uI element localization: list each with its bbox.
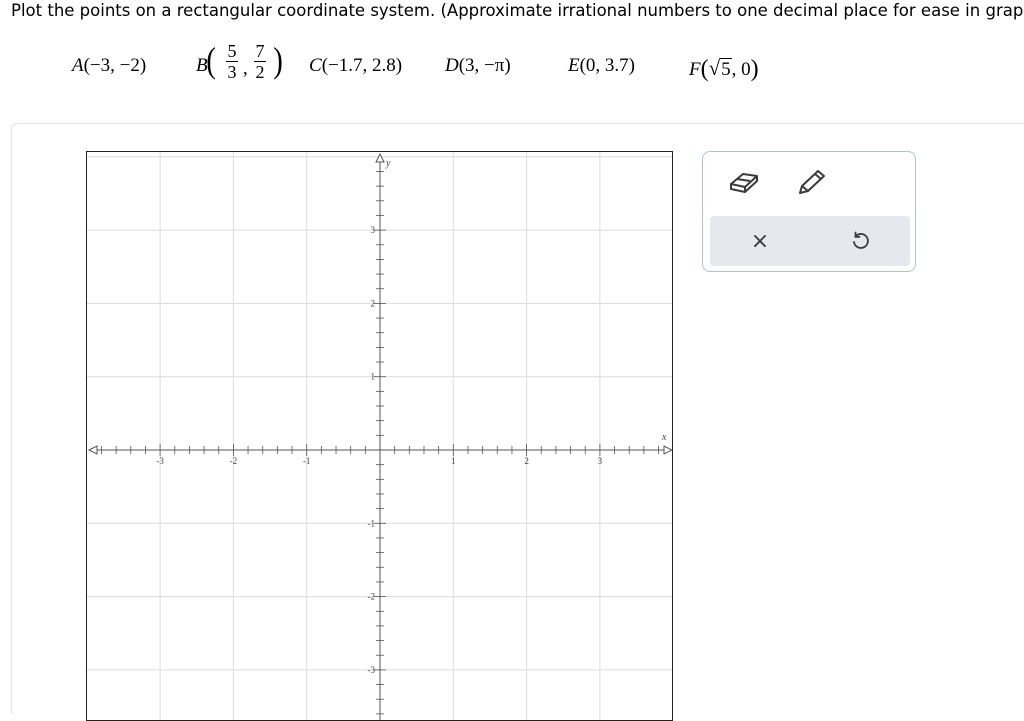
point-a: A(−3, −2)	[72, 55, 146, 77]
point-b-open-paren: (	[206, 40, 216, 80]
point-d: D(3, −π)	[445, 55, 511, 77]
x-axis-arrow-right	[663, 445, 672, 455]
y-tick-label: 2	[371, 298, 376, 308]
point-e-coords: (0, 3.7)	[579, 55, 636, 76]
x-tick-label: -2	[230, 456, 238, 466]
point-b-y-fraction: 7 2	[254, 42, 266, 81]
point-b-x-den: 3	[227, 62, 237, 82]
points-list: A(−3, −2) B ( 5 3 , 7 2 ) C(−1.7, 2.8) D…	[0, 40, 1024, 94]
clear-button[interactable]: ×	[740, 223, 780, 259]
point-e-letter: E	[568, 55, 580, 76]
graph-canvas[interactable]: -3 -2 -1 1 2 3 3 2 1 -1 -2 -3 x y	[87, 152, 673, 721]
graph-toolbox: ×	[702, 151, 916, 272]
point-d-letter: D	[445, 55, 459, 76]
point-b-y-num: 7	[255, 41, 265, 61]
x-tick-label: 2	[524, 456, 529, 466]
x-axis-arrow-left	[87, 445, 98, 455]
point-f-letter: F	[689, 59, 701, 80]
point-f-sqrt: √5	[708, 56, 732, 80]
y-axis-arrow-up	[375, 152, 385, 163]
point-b-x-num: 5	[227, 41, 237, 61]
undo-icon	[853, 231, 869, 249]
y-tick-label: -2	[368, 592, 376, 602]
point-c-coords: (−1.7, 2.8)	[321, 55, 403, 76]
point-a-coords: (−3, −2)	[83, 55, 147, 76]
y-tick-label: 3	[371, 225, 376, 235]
point-a-letter: A	[72, 55, 84, 76]
action-bar: ×	[710, 216, 910, 266]
point-e: E(0, 3.7)	[568, 55, 635, 77]
point-b-sep: ,	[243, 58, 248, 79]
point-b-y-den: 2	[255, 62, 265, 82]
point-b-close-paren: )	[273, 40, 283, 80]
x-tick-label: 3	[598, 456, 603, 466]
y-tick-label: -3	[368, 665, 376, 675]
coordinate-graph[interactable]: -3 -2 -1 1 2 3 3 2 1 -1 -2 -3 x y	[86, 151, 673, 721]
point-f-rest: , 0	[731, 59, 751, 80]
y-tick-label: 1	[371, 372, 376, 382]
close-icon: ×	[750, 228, 770, 254]
eraser-icon	[730, 173, 758, 193]
x-axis-label: x	[661, 432, 667, 443]
undo-button[interactable]	[840, 223, 880, 259]
point-c: C(−1.7, 2.8)	[309, 55, 402, 77]
pencil-button[interactable]	[791, 164, 831, 200]
x-tick-label: -1	[303, 456, 311, 466]
x-tick-label: -3	[156, 456, 164, 466]
x-tick-label: 1	[451, 456, 456, 466]
point-c-letter: C	[309, 55, 322, 76]
point-b-x-fraction: 5 3	[226, 42, 238, 81]
instruction-text: Plot the points on a rectangular coordin…	[11, 1, 1024, 20]
y-axis-label: y	[385, 158, 391, 169]
y-tick-label: -1	[368, 518, 376, 528]
point-d-coords: (3, −π)	[458, 55, 511, 76]
point-f-radicand: 5	[720, 58, 732, 80]
pencil-icon	[799, 170, 825, 194]
point-f: F(√5, 0)	[689, 56, 759, 82]
eraser-button[interactable]	[723, 164, 763, 200]
